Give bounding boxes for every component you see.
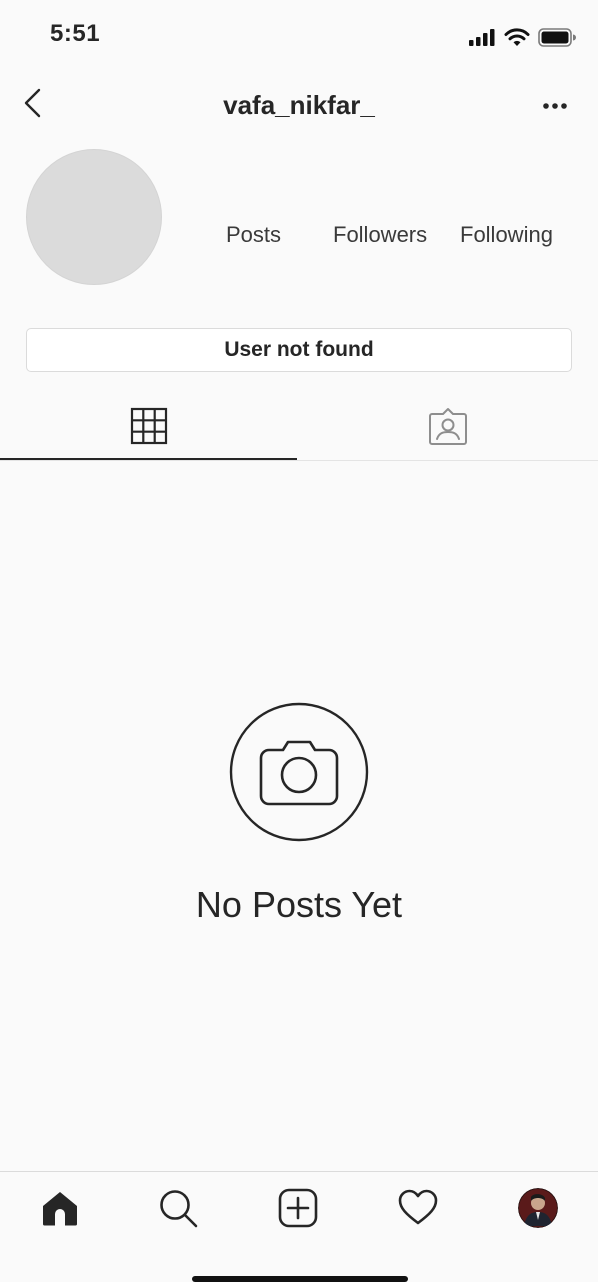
signal-icon [469,29,495,46]
wifi-icon [504,27,530,46]
battery-icon [538,27,576,47]
more-options-button[interactable] [542,96,572,116]
nav-home[interactable] [40,1188,80,1228]
nav-profile[interactable] [518,1188,558,1228]
heart-icon [398,1189,438,1225]
tab-divider [0,460,598,461]
add-post-icon [278,1188,318,1228]
nav-activity[interactable] [398,1188,438,1228]
tab-grid[interactable] [130,407,168,445]
more-horizontal-icon [543,103,567,109]
active-tab-indicator [0,458,297,460]
nav-add-post[interactable] [278,1188,318,1228]
profile-avatar [518,1188,558,1228]
home-indicator [192,1276,408,1282]
nav-search[interactable] [158,1188,198,1228]
posts-stat[interactable]: Posts [226,222,281,248]
profile-username: vafa_nikfar_ [223,90,375,120]
user-not-found-banner: User not found [26,328,572,372]
empty-state-camera [229,702,369,842]
tagged-user-icon [429,408,467,445]
tab-tagged[interactable] [428,406,468,446]
home-icon [43,1192,77,1226]
search-icon [160,1190,198,1228]
grid-icon [130,407,168,445]
user-status-text: User not found [224,338,374,361]
empty-state-text: No Posts Yet [195,884,403,925]
profile-avatar-placeholder [26,149,162,285]
status-icons [468,26,576,48]
status-time: 5:51 [50,20,101,47]
bottom-nav [0,1172,598,1280]
camera-icon [229,702,369,842]
following-stat[interactable]: Following [460,222,553,248]
followers-stat[interactable]: Followers [333,222,427,248]
